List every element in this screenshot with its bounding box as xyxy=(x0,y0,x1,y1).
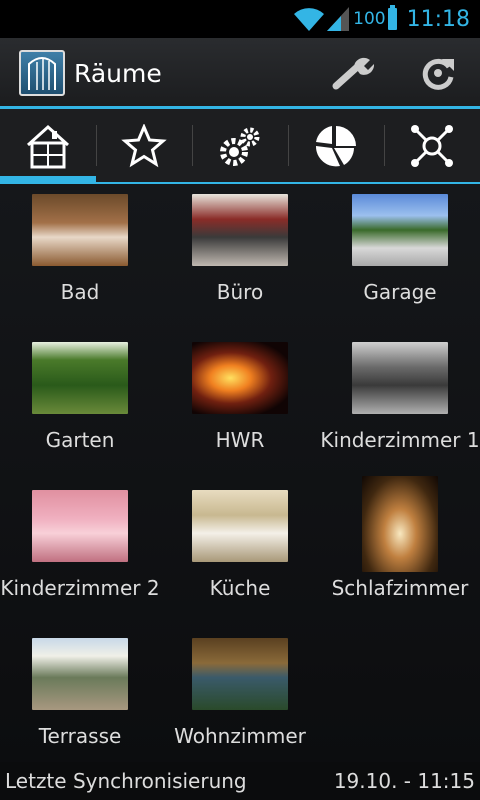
tab-favorites[interactable] xyxy=(96,109,192,182)
room-item-bad[interactable]: Bad xyxy=(0,184,160,332)
wifi-icon xyxy=(294,8,325,32)
room-item-buero[interactable]: Büro xyxy=(160,184,320,332)
room-label: Wohnzimmer xyxy=(174,724,306,748)
room-item-hwr[interactable]: HWR xyxy=(160,332,320,480)
battery-level: 100 xyxy=(353,9,386,29)
battery-icon xyxy=(387,5,397,30)
room-item-wohnzimmer[interactable]: Wohnzimmer xyxy=(160,628,320,776)
network-icon xyxy=(411,124,453,167)
room-label: Garage xyxy=(363,280,437,304)
tab-rooms[interactable] xyxy=(0,109,96,182)
room-photo-bad xyxy=(32,194,128,266)
tab-bar xyxy=(0,106,480,184)
room-photo-kinderzimmer-2 xyxy=(32,490,128,562)
room-label: Schlafzimmer xyxy=(331,576,469,600)
room-label: Kinderzimmer 1 xyxy=(320,428,480,452)
room-item-kinderzimmer-2[interactable]: Kinderzimmer 2 xyxy=(0,480,160,628)
tab-network[interactable] xyxy=(384,109,480,182)
room-label: Küche xyxy=(209,576,271,600)
refresh-button[interactable] xyxy=(396,38,480,108)
room-label: Büro xyxy=(216,280,264,304)
sync-time: 19.10. - 11:15 xyxy=(333,769,475,793)
tab-statistics[interactable] xyxy=(288,109,384,182)
room-label: HWR xyxy=(215,428,265,452)
room-photo-garage xyxy=(352,194,448,266)
action-bar: Räume xyxy=(0,38,480,108)
room-item-kinderzimmer-1[interactable]: Kinderzimmer 1 xyxy=(320,332,480,480)
room-photo-kueche xyxy=(192,490,288,562)
room-label: Terrasse xyxy=(38,724,122,748)
gears-icon xyxy=(220,127,260,166)
room-photo-wohnzimmer xyxy=(192,638,288,710)
refresh-icon xyxy=(422,58,454,90)
room-item-garage[interactable]: Garage xyxy=(320,184,480,332)
pie-chart-icon xyxy=(315,125,356,166)
star-icon xyxy=(121,123,167,167)
sync-footer: Letzte Synchronisierung 19.10. - 11:15 xyxy=(0,762,480,800)
room-label: Bad xyxy=(60,280,100,304)
house-icon xyxy=(26,124,70,168)
room-item-garten[interactable]: Garten xyxy=(0,332,160,480)
signal-icon xyxy=(327,7,350,31)
rooms-grid: Bad Büro Garage Garten HWR Kinderzimmer … xyxy=(0,184,480,762)
page-title: Räume xyxy=(74,58,162,88)
room-photo-terrasse xyxy=(32,638,128,710)
app-logo-icon[interactable] xyxy=(19,50,65,96)
clock: 11:18 xyxy=(406,6,470,32)
room-item-kueche[interactable]: Küche xyxy=(160,480,320,628)
sync-label: Letzte Synchronisierung xyxy=(5,769,247,793)
room-photo-buero xyxy=(192,194,288,266)
room-photo-hwr xyxy=(192,342,288,414)
room-photo-kinderzimmer-1 xyxy=(352,342,448,414)
room-item-schlafzimmer[interactable]: Schlafzimmer xyxy=(320,476,480,628)
settings-button[interactable] xyxy=(312,38,396,108)
room-label: Garten xyxy=(45,428,115,452)
room-photo-garten xyxy=(32,342,128,414)
tab-devices[interactable] xyxy=(192,109,288,182)
status-bar: 100 11:18 xyxy=(0,0,480,38)
room-item-terrasse[interactable]: Terrasse xyxy=(0,628,160,776)
room-label: Kinderzimmer 2 xyxy=(0,576,160,600)
wrench-icon xyxy=(332,57,375,90)
room-photo-schlafzimmer xyxy=(362,476,438,572)
